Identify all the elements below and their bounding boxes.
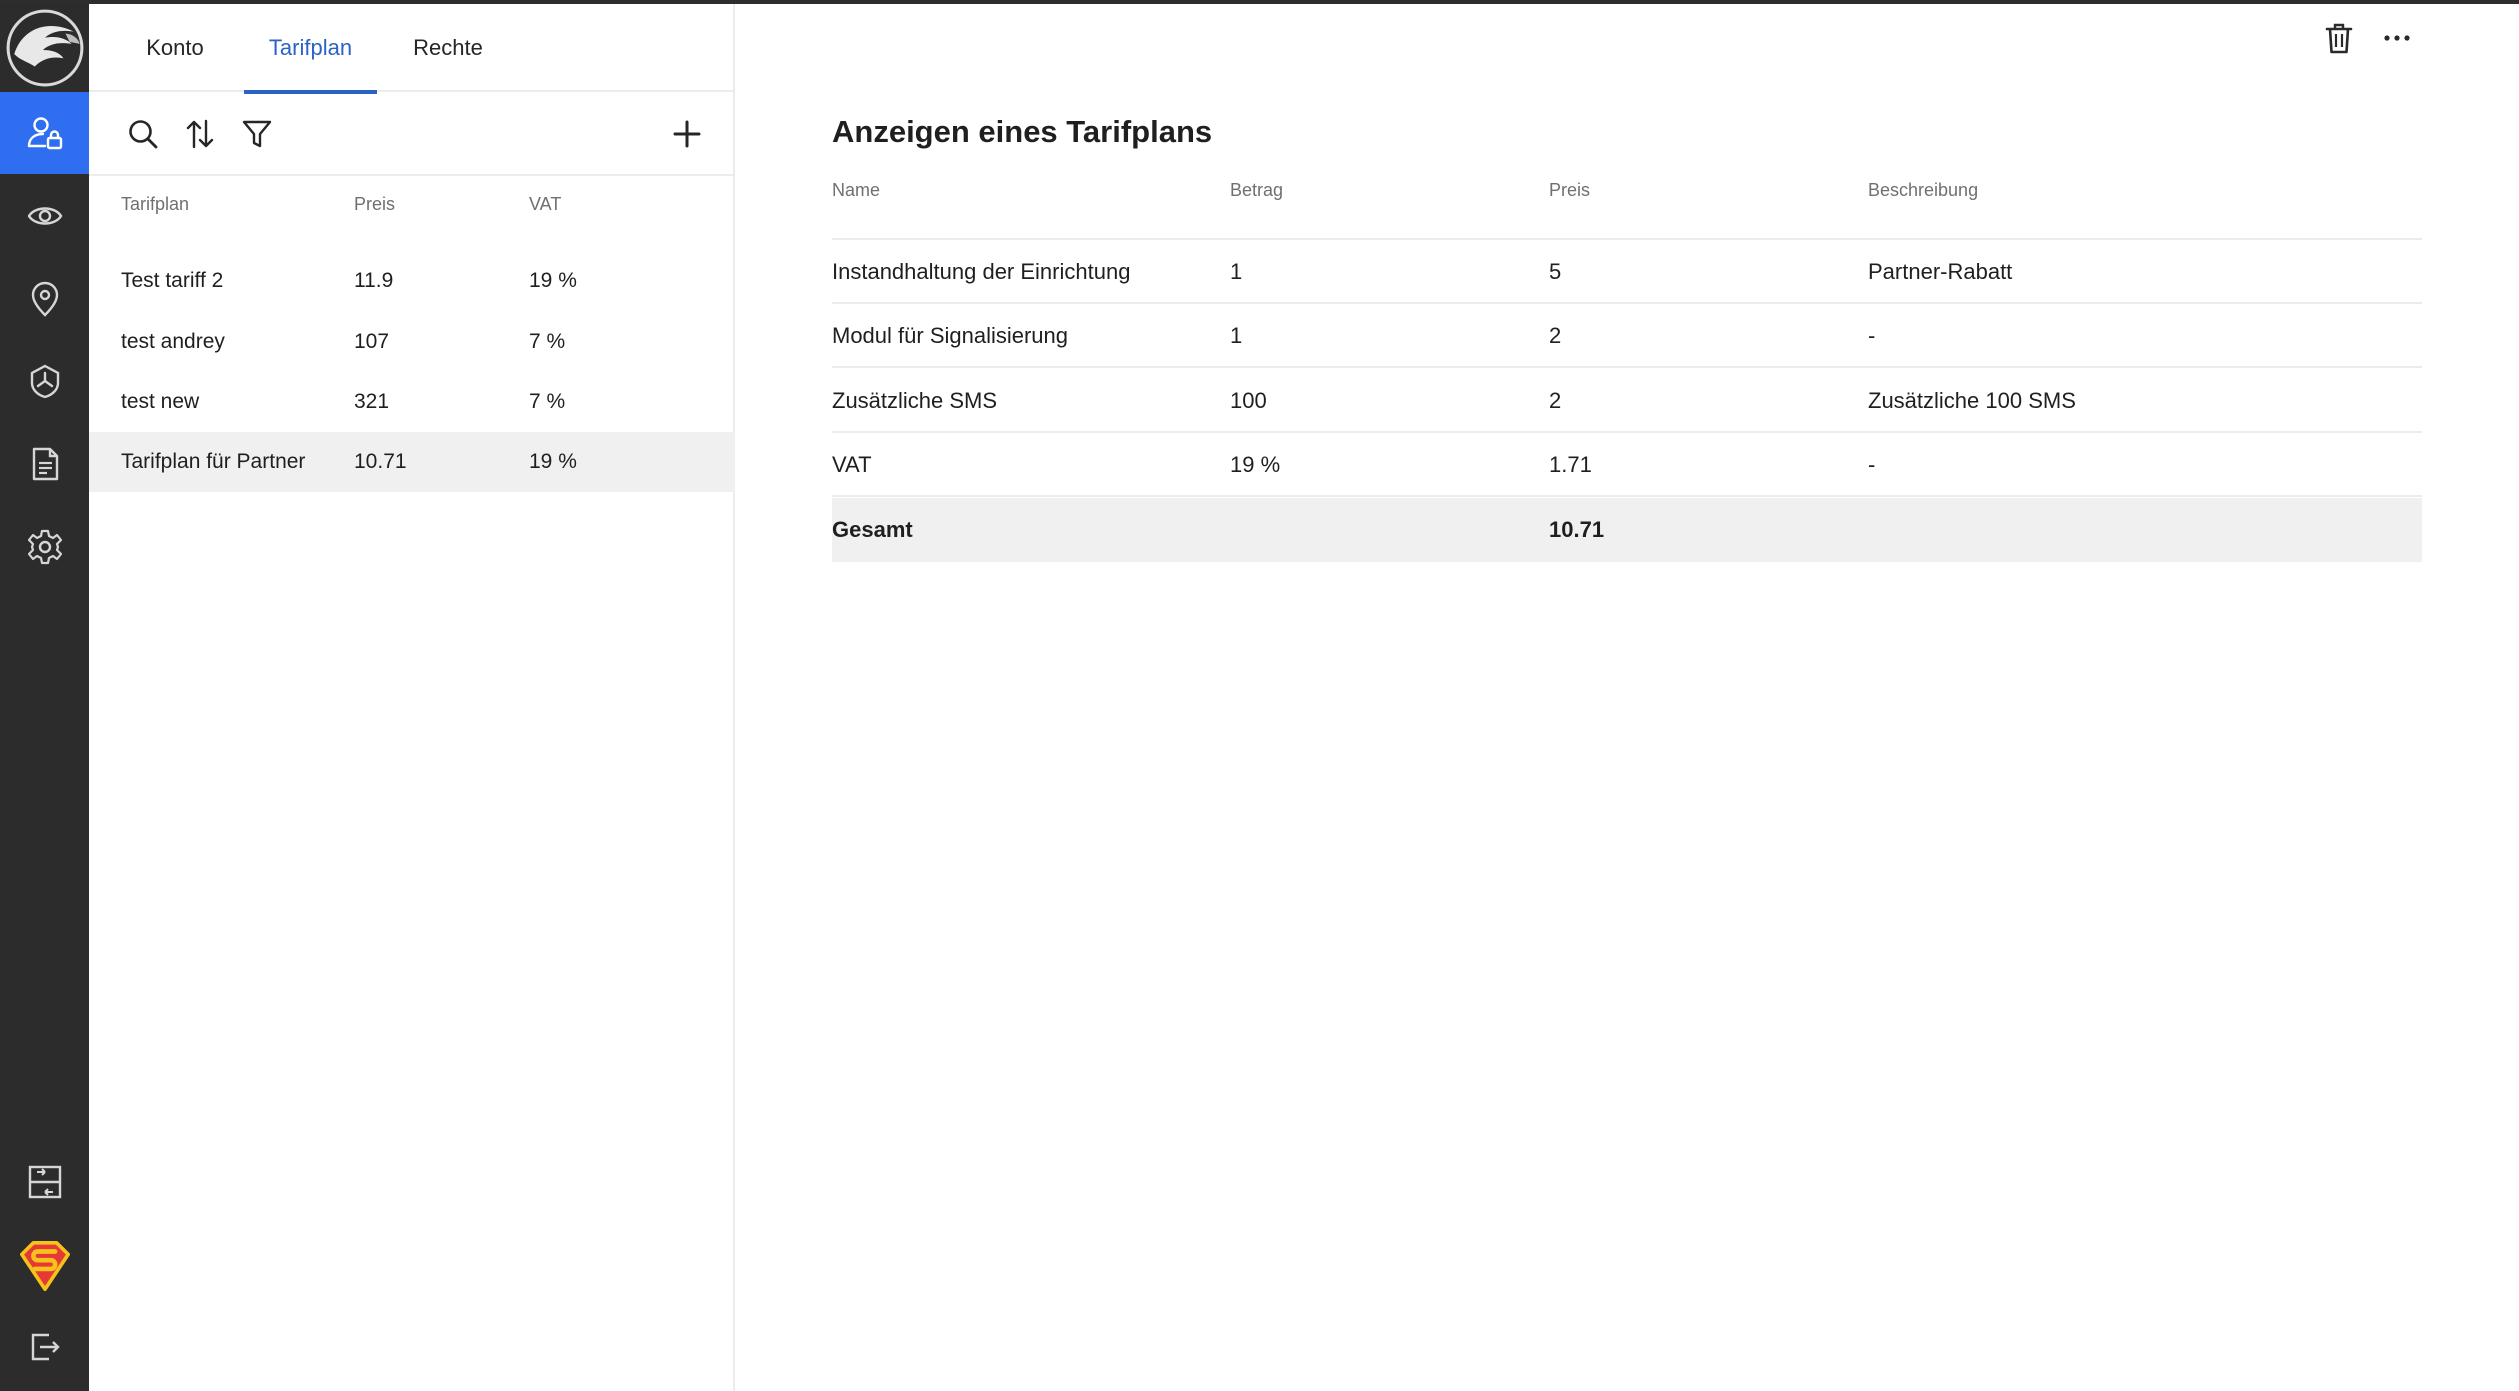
location-pin-icon [31,281,58,317]
app-window: Konto Tarifplan Rechte Tarifplan Preis V… [0,0,2519,1391]
item-name: Modul für Signalisierung [832,323,1069,348]
sidebar-item-settings[interactable] [0,506,89,588]
column-header-preis[interactable]: Preis [354,194,395,215]
total-label: Gesamt [832,517,913,542]
item-amount: 100 [1230,388,1267,413]
more-icon [2384,35,2410,41]
page-title: Anzeigen eines Tarifplans [832,114,1213,149]
tariff-vat: 7 % [529,390,566,413]
item-amount: 1 [1230,323,1243,348]
sidebar-item-accounts[interactable] [0,92,89,174]
tab-tarifplan[interactable]: Tarifplan [244,4,377,94]
sort-icon [186,119,214,149]
document-icon [32,447,58,481]
item-name: Zusätzliche SMS [832,388,998,413]
user-lock-icon [27,117,62,150]
tariff-name: Tarifplan für Partner [121,450,306,473]
add-tariff-button[interactable] [665,112,709,156]
shield-icon [30,364,59,399]
sidebar-item-logout[interactable] [0,1306,89,1388]
column-header-beschreibung: Beschreibung [1868,180,1979,200]
item-price: 1.71 [1549,452,1592,477]
column-header-vat[interactable]: VAT [529,194,561,215]
gear-icon [27,529,62,565]
column-header-name: Name [832,180,881,200]
tariff-price: 11.9 [354,269,394,292]
search-button[interactable] [121,112,165,156]
item-description: Zusätzliche 100 SMS [1868,388,2076,413]
filter-button[interactable] [235,112,279,156]
logout-icon [31,1333,60,1361]
list-item[interactable]: test andrey 107 7 % [89,312,735,372]
avatar-icon [19,1240,70,1292]
tariff-vat: 7 % [529,330,566,353]
table-row: Modul für Signalisierung 1 2 - [832,304,2422,368]
sidebar-item-locations[interactable] [0,258,89,340]
search-icon [129,120,158,149]
table-row: VAT 19 % 1.71 - [832,433,2422,497]
sidebar-item-split-view[interactable] [0,1141,89,1223]
tariff-vat: 19 % [529,269,577,292]
more-options-button[interactable] [2375,16,2419,60]
table-row: Zusätzliche SMS 100 2 Zusätzliche 100 SM… [832,369,2422,433]
filter-icon [242,120,272,148]
superman-avatar[interactable] [0,1225,89,1307]
plus-icon [673,120,701,148]
list-item-selected[interactable]: Tarifplan für Partner 10.71 19 % [89,432,735,492]
eye-icon [27,207,62,225]
total-price: 10.71 [1549,517,1605,542]
sort-button[interactable] [178,112,222,156]
delete-button[interactable] [2317,16,2361,60]
sidebar-item-monitoring[interactable] [0,175,89,257]
tab-bar: Konto Tarifplan Rechte [89,4,735,94]
item-price: 2 [1549,388,1562,413]
tariff-name: Test tariff 2 [121,269,224,292]
eagle-logo [0,4,89,92]
tariff-price: 10.71 [354,450,407,473]
split-view-icon [28,1165,61,1199]
item-amount: 1 [1230,259,1243,284]
sidebar-rail [0,0,89,1391]
total-row: Gesamt 10.71 [832,498,2422,562]
column-header-betrag: Betrag [1230,180,1284,200]
item-name: Instandhaltung der Einrichtung [832,259,1131,284]
item-price: 2 [1549,323,1562,348]
list-item[interactable]: Test tariff 2 11.9 19 % [89,251,735,311]
trash-icon [2325,23,2353,54]
top-border [0,0,2519,4]
tariff-detail: Anzeigen eines Tarifplans Name Betrag Pr… [737,4,2519,1391]
list-toolbar [89,94,735,176]
tariff-vat: 19 % [529,450,577,473]
tariff-name: test new [121,390,200,413]
item-description: - [1868,452,1876,477]
column-header-preis: Preis [1549,180,1591,200]
sidebar-item-security[interactable] [0,340,89,422]
table-row: Instandhaltung der Einrichtung 1 5 Partn… [832,240,2422,304]
column-header-tarifplan[interactable]: Tarifplan [121,194,189,215]
list-item[interactable]: test new 321 7 % [89,372,735,432]
tariff-name: test andrey [121,330,225,353]
item-price: 5 [1549,259,1562,284]
item-amount: 19 % [1230,452,1281,477]
item-description: - [1868,323,1876,348]
item-name: VAT [832,452,872,477]
tariff-price: 107 [354,330,390,353]
sidebar-item-documents[interactable] [0,423,89,505]
item-description: Partner-Rabatt [1868,259,2013,284]
tariff-price: 321 [354,390,390,413]
tab-rechte[interactable]: Rechte [398,4,498,92]
tab-konto[interactable]: Konto [127,4,223,92]
tariff-list-panel: Konto Tarifplan Rechte Tarifplan Preis V… [89,4,735,1391]
